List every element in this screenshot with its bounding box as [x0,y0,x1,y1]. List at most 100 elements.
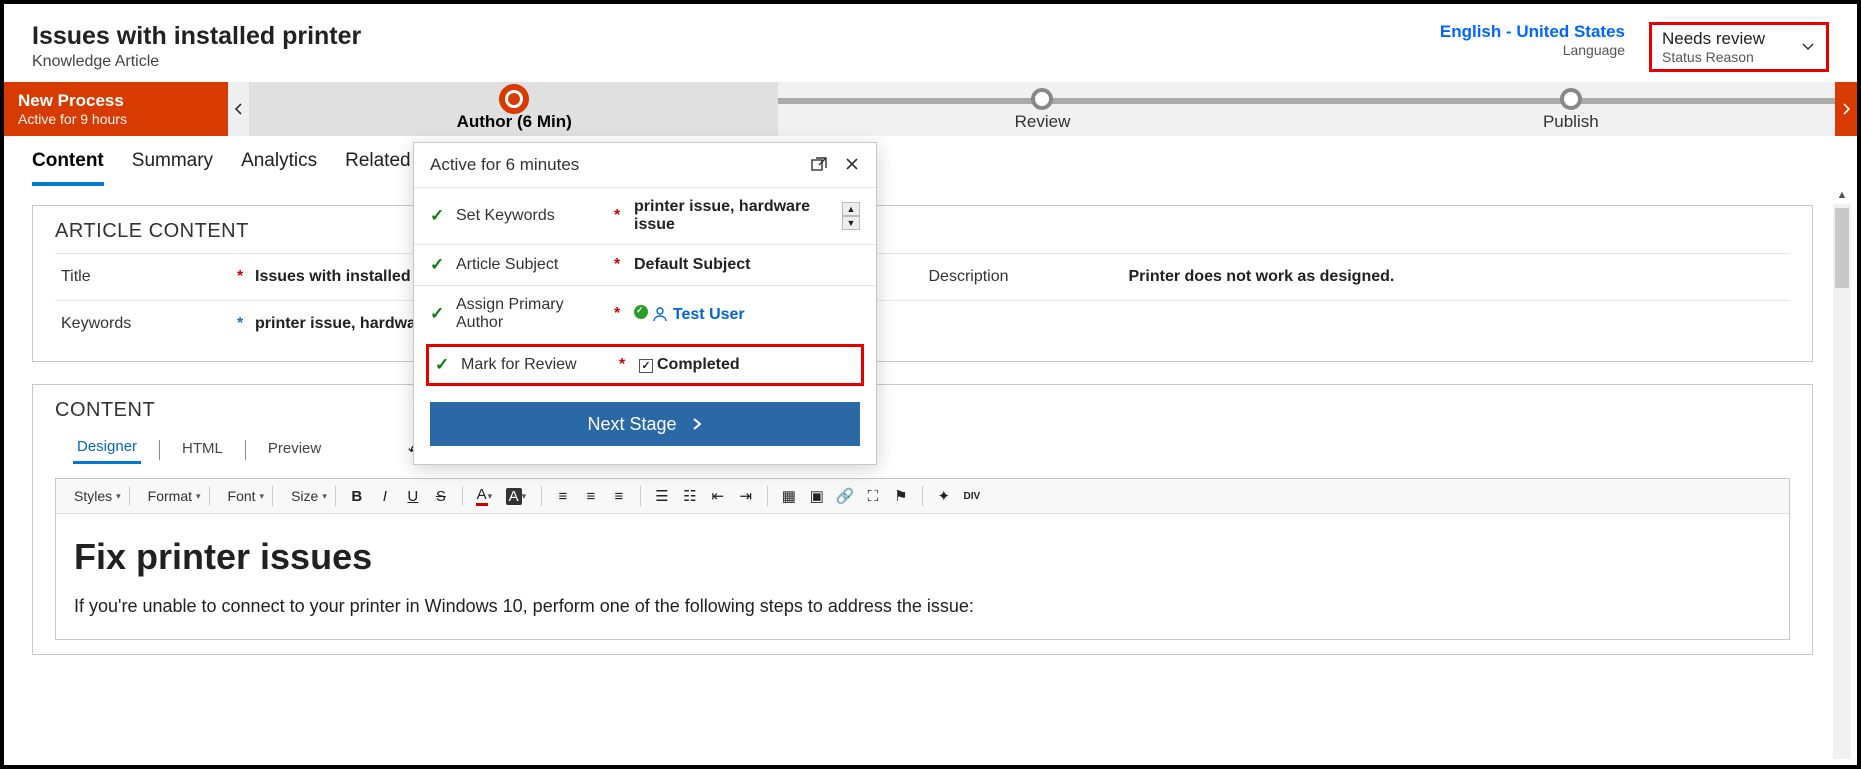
flyout-row-author[interactable]: ✓ Assign Primary Author * Test User [414,285,876,342]
section-title: CONTENT [55,399,1790,422]
user-link[interactable]: Test User [673,306,745,323]
size-dropdown[interactable]: Size▾ [283,486,336,506]
flyout-field-label: Set Keywords [456,207,606,225]
styles-dropdown[interactable]: Styles▾ [66,486,130,506]
flag-icon[interactable]: ⚑ [890,485,912,507]
required-asterisk: * [231,254,249,300]
stage-label: Review [1015,112,1071,132]
required-asterisk: * [614,305,626,323]
div-icon[interactable]: DIV [961,485,983,507]
check-icon: ✓ [430,206,448,226]
required-asterisk: * [614,207,626,225]
flyout-field-value[interactable]: printer issue, hardware issue [634,198,830,234]
stage-review[interactable]: Review [778,82,1306,136]
tab-summary[interactable]: Summary [132,150,213,186]
sparkle-icon[interactable]: ✦ [933,485,955,507]
person-icon [652,306,672,323]
language-field[interactable]: English - United States Language [1440,22,1625,58]
stage-author[interactable]: Author (6 Min) [250,82,778,136]
tab-content[interactable]: Content [32,150,104,186]
checkbox-checked-icon[interactable]: ✓ [639,359,653,373]
spin-up-icon[interactable]: ▲ [842,202,860,216]
content-editor-section: CONTENT Designer HTML Preview ↶ Styles▾ … [32,384,1813,655]
highlight-icon[interactable]: A▾ [501,485,531,507]
spin-down-icon[interactable]: ▼ [842,216,860,230]
separator [922,486,923,506]
description-value[interactable]: Printer does not work as designed. [1123,254,1401,300]
process-forward-button[interactable] [1835,82,1857,136]
language-label: Language [1440,42,1625,58]
bulleted-list-icon[interactable]: ☷ [679,485,701,507]
flyout-title: Active for 6 minutes [430,155,579,175]
next-stage-label: Next Stage [587,414,676,435]
flyout-row-subject[interactable]: ✓ Article Subject * Default Subject [414,244,876,285]
process-name: New Process [18,91,214,111]
required-asterisk: * [614,256,626,274]
chevron-down-icon[interactable] [1800,39,1816,55]
header-left: Issues with installed printer Knowledge … [32,22,361,72]
font-color-icon[interactable]: A▾ [473,485,495,507]
image-icon[interactable]: ▣ [806,485,828,507]
strikethrough-icon[interactable]: S [430,485,452,507]
table-icon[interactable]: ▦ [778,485,800,507]
editor-toolbar: Styles▾ Format▾ Font▾ Size▾ B I U S A▾ A… [56,479,1789,514]
flyout-field-value[interactable]: Test User [634,305,860,324]
flyout-field-label: Mark for Review [461,356,611,374]
numbered-list-icon[interactable]: ☰ [651,485,673,507]
recommended-asterisk: * [231,301,249,347]
separator [245,440,246,460]
stage-indicator [1031,88,1053,110]
editor-mode-tabs: Designer HTML Preview ↶ [55,432,1790,472]
scroll-thumb[interactable] [1835,208,1849,288]
link-icon[interactable]: 🔗 [834,485,856,507]
bold-icon[interactable]: B [346,485,368,507]
stage-indicator [1560,88,1582,110]
next-stage-button[interactable]: Next Stage [430,402,860,446]
align-right-icon[interactable]: ≡ [608,485,630,507]
stage-publish[interactable]: Publish [1307,82,1835,136]
format-dropdown[interactable]: Format▾ [140,486,210,506]
editor-tab-html[interactable]: HTML [178,438,227,463]
editor-tab-preview[interactable]: Preview [264,438,325,463]
popout-icon[interactable] [810,156,828,174]
outdent-icon[interactable]: ⇤ [707,485,729,507]
stage-label: Publish [1543,112,1599,132]
tab-analytics[interactable]: Analytics [241,150,317,186]
indent-icon[interactable]: ⇥ [735,485,757,507]
vertical-scrollbar[interactable]: ▲ [1833,204,1851,759]
status-reason-field[interactable]: Needs review Status Reason [1649,22,1829,72]
language-value: English - United States [1440,22,1625,42]
separator [462,486,463,506]
process-back-button[interactable] [228,82,250,136]
content-paragraph: If you're unable to connect to your prin… [74,596,1771,617]
flyout-row-keywords[interactable]: ✓ Set Keywords * printer issue, hardware… [414,187,876,244]
record-title: Issues with installed printer [32,22,361,51]
flyout-row-mark-review[interactable]: ✓ Mark for Review * ✓Completed [426,344,864,386]
close-icon[interactable] [844,156,860,174]
business-process-flow: New Process Active for 9 hours Author (6… [4,82,1857,136]
align-center-icon[interactable]: ≡ [580,485,602,507]
font-dropdown[interactable]: Font▾ [220,486,274,506]
required-asterisk: * [619,356,631,374]
underline-icon[interactable]: U [402,485,424,507]
flyout-field-value[interactable]: ✓Completed [639,356,855,374]
description-label: Description [923,254,1123,300]
tab-related[interactable]: Related [345,150,411,186]
section-title: ARTICLE CONTENT [55,220,1790,243]
entity-name: Knowledge Article [32,53,361,71]
editor-tab-designer[interactable]: Designer [73,436,141,464]
flyout-field-value[interactable]: Default Subject [634,256,860,274]
flyout-field-label: Article Subject [456,256,606,274]
separator [541,486,542,506]
spinner[interactable]: ▲ ▼ [842,202,860,230]
scroll-up-icon[interactable]: ▲ [1833,186,1851,204]
process-info[interactable]: New Process Active for 9 hours [4,82,228,136]
editor-content-area[interactable]: Fix printer issues If you're unable to c… [56,514,1789,639]
flyout-footer: Next Stage [414,388,876,464]
italic-icon[interactable]: I [374,485,396,507]
flyout-field-label: Assign Primary Author [456,296,606,332]
rich-text-editor: Styles▾ Format▾ Font▾ Size▾ B I U S A▾ A… [55,478,1790,640]
form-tabs: Content Summary Analytics Related [4,136,1857,187]
embed-icon[interactable]: ⛶ [862,485,884,507]
align-left-icon[interactable]: ≡ [552,485,574,507]
